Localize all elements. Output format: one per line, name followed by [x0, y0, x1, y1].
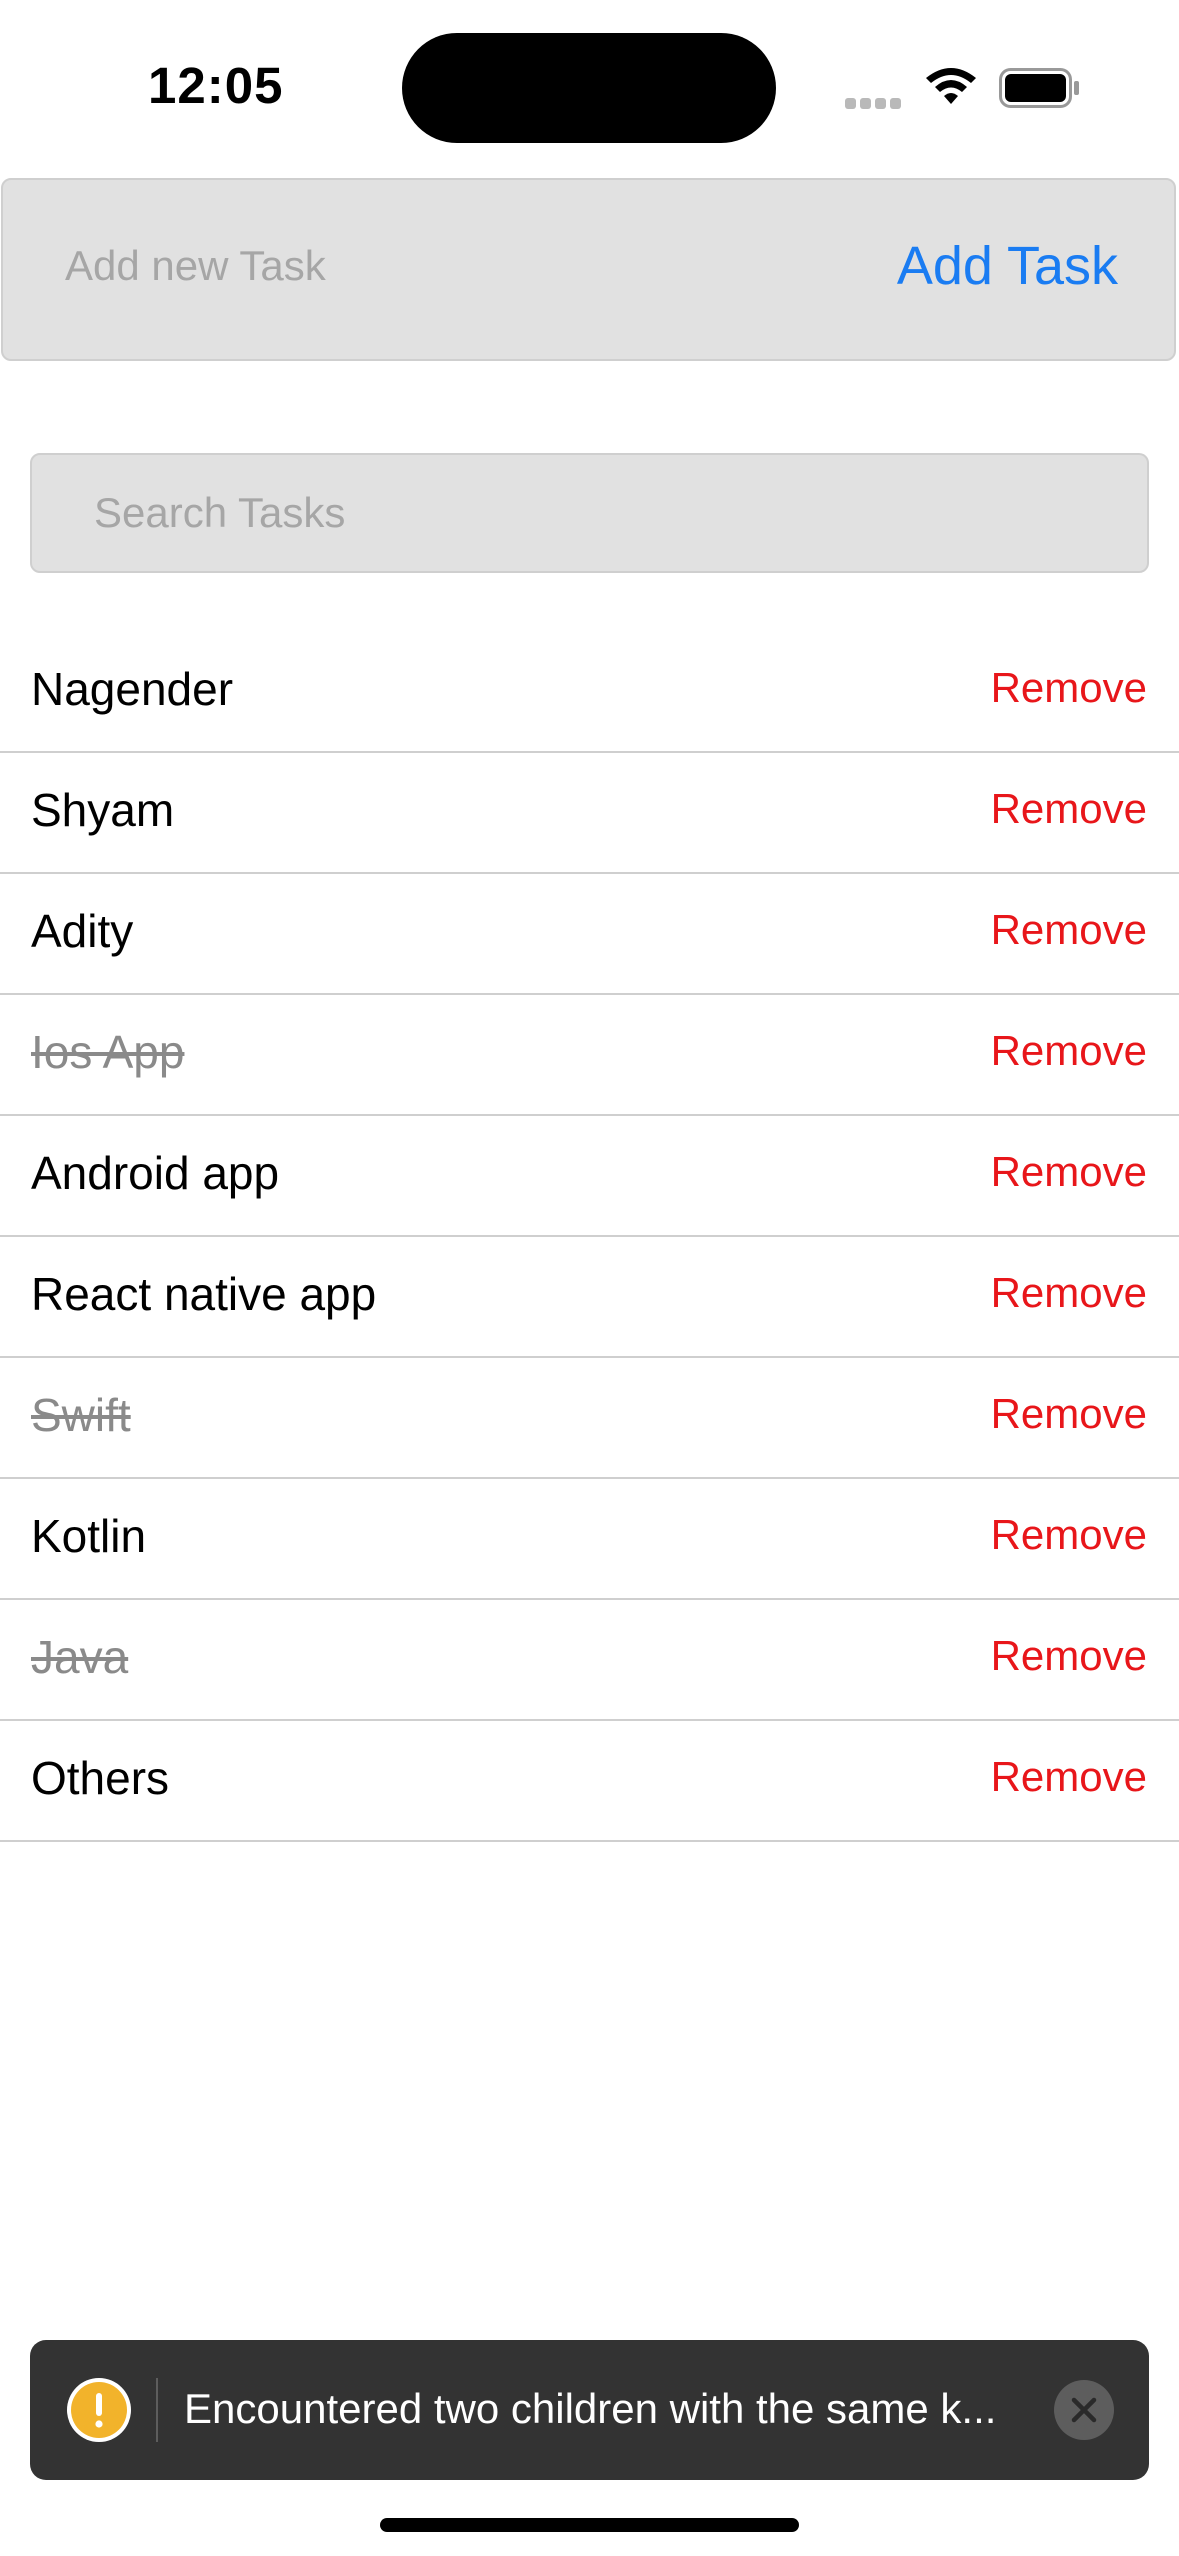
add-task-button[interactable]: Add Task	[897, 235, 1118, 297]
task-row[interactable]: Nagender Remove	[0, 632, 1179, 753]
task-label-completed[interactable]: Swift	[31, 1388, 131, 1442]
task-label[interactable]: Kotlin	[31, 1509, 146, 1563]
remove-button[interactable]: Remove	[991, 906, 1147, 954]
task-row[interactable]: Kotlin Remove	[0, 1479, 1179, 1600]
search-placeholder: Search Tasks	[94, 489, 346, 536]
dynamic-island	[402, 33, 776, 143]
task-row[interactable]: Adity Remove	[0, 874, 1179, 995]
toast-message: Encountered two children with the same k…	[184, 2385, 997, 2432]
remove-button[interactable]: Remove	[991, 1511, 1147, 1559]
app-screen: 12:05 Add new Task Add Task Search Tasks…	[0, 0, 1179, 2556]
wifi-icon	[926, 68, 976, 104]
task-label-completed[interactable]: Ios App	[31, 1025, 184, 1079]
remove-button[interactable]: Remove	[991, 1390, 1147, 1438]
remove-button[interactable]: Remove	[991, 664, 1147, 712]
remove-button[interactable]: Remove	[991, 1269, 1147, 1317]
task-row[interactable]: Swift Remove	[0, 1358, 1179, 1479]
task-row[interactable]: Ios App Remove	[0, 995, 1179, 1116]
add-task-bar: Add new Task Add Task	[1, 178, 1176, 361]
task-row[interactable]: Others Remove	[0, 1721, 1179, 1842]
toast-divider	[156, 2378, 158, 2442]
status-time: 12:05	[148, 57, 284, 114]
task-row[interactable]: Android app Remove	[0, 1116, 1179, 1237]
search-input[interactable]: Search Tasks	[30, 453, 1149, 573]
new-task-input[interactable]: Add new Task	[65, 242, 326, 290]
task-label[interactable]: Shyam	[31, 783, 174, 837]
warning-icon	[67, 2378, 131, 2442]
battery-icon	[999, 68, 1079, 108]
cellular-signal-icon	[845, 96, 905, 109]
close-icon[interactable]	[1054, 2380, 1114, 2440]
task-row[interactable]: Java Remove	[0, 1600, 1179, 1721]
remove-button[interactable]: Remove	[991, 785, 1147, 833]
remove-button[interactable]: Remove	[991, 1027, 1147, 1075]
task-list: Nagender Remove Shyam Remove Adity Remov…	[0, 632, 1179, 1842]
remove-button[interactable]: Remove	[991, 1753, 1147, 1801]
remove-button[interactable]: Remove	[991, 1148, 1147, 1196]
remove-button[interactable]: Remove	[991, 1632, 1147, 1680]
home-indicator[interactable]	[380, 2518, 799, 2532]
task-label[interactable]: React native app	[31, 1267, 376, 1321]
warning-toast[interactable]: Encountered two children with the same k…	[30, 2340, 1149, 2480]
task-label[interactable]: Android app	[31, 1146, 279, 1200]
task-label[interactable]: Others	[31, 1751, 169, 1805]
task-row[interactable]: React native app Remove	[0, 1237, 1179, 1358]
task-label-completed[interactable]: Java	[31, 1630, 128, 1684]
task-label[interactable]: Adity	[31, 904, 133, 958]
task-label[interactable]: Nagender	[31, 662, 233, 716]
task-row[interactable]: Shyam Remove	[0, 753, 1179, 874]
